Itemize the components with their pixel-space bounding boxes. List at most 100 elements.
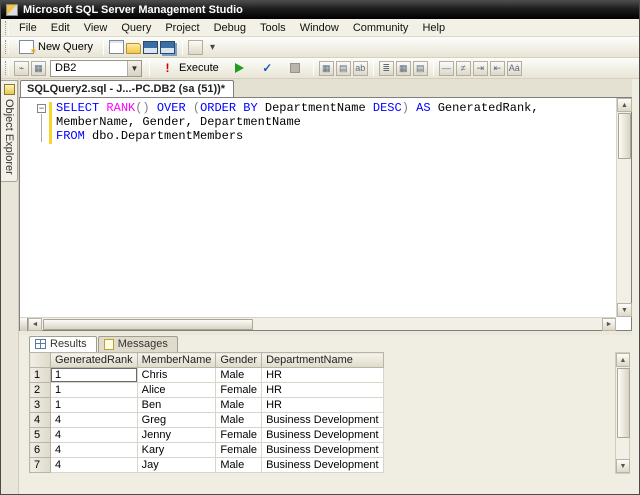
column-header-generatedrank[interactable]: GeneratedRank [50,352,138,368]
grid-cell[interactable]: Male [215,397,263,413]
grid-cell[interactable]: Alice [136,382,217,398]
menu-debug[interactable]: Debug [207,20,253,36]
row-header[interactable]: 5 [29,427,51,443]
grid-cell[interactable]: Jay [136,457,217,473]
splitter-box[interactable] [20,317,28,331]
available-databases-icon[interactable]: ▦ [31,60,46,76]
tab-messages[interactable]: Messages [97,336,178,352]
grid-cell[interactable]: 4 [50,412,138,428]
combo-dropdown-icon[interactable]: ▼ [127,60,141,76]
grid-corner-cell[interactable] [29,352,51,368]
grid-cell[interactable]: 4 [50,442,138,458]
document-tab-sqlquery2[interactable]: SQLQuery2.sql - J...-PC.DB2 (sa (51))* [20,80,235,97]
column-header-departmentname[interactable]: DepartmentName [261,352,384,368]
source-control-icon[interactable] [188,39,204,55]
code-line[interactable]: SELECT RANK() OVER (ORDER BY DepartmentN… [56,101,616,115]
scroll-up-icon[interactable]: ▲ [616,353,630,367]
grid-cell[interactable]: Business Development [261,442,384,458]
display-estimated-plan-icon[interactable]: ▦ [318,60,334,76]
debug-button[interactable] [226,61,253,75]
new-document-icon[interactable] [109,40,125,54]
code-fold-toggle[interactable]: − [37,104,46,113]
indent-icon[interactable]: ⇥ [472,60,488,76]
column-header-membername[interactable]: MemberName [136,352,217,368]
menubar-grip[interactable] [5,20,9,35]
results-vertical-scrollbar[interactable]: ▲ ▼ [615,352,630,474]
grid-cell[interactable]: 1 [50,397,138,413]
parse-button[interactable]: ✓ [255,59,280,78]
scroll-down-icon[interactable]: ▼ [616,459,630,473]
grid-cell[interactable]: Chris [136,367,217,383]
grid-cell[interactable]: Male [215,412,263,428]
row-header[interactable]: 2 [29,382,51,398]
open-file-icon[interactable] [126,43,142,54]
code-surface[interactable]: − SELECT RANK() OVER (ORDER BY Departmen… [20,98,616,317]
row-header[interactable]: 7 [29,457,51,473]
menu-query[interactable]: Query [114,20,158,36]
menu-tools[interactable]: Tools [253,20,293,36]
results-to-file-icon[interactable]: ▤ [412,60,428,76]
scroll-left-icon[interactable]: ◄ [28,317,42,331]
grid-cell[interactable]: Ben [136,397,217,413]
uncomment-icon[interactable]: ≠ [455,60,471,76]
editor-vertical-scrollbar[interactable]: ▲ ▼ [616,98,632,317]
grid-cell[interactable]: Greg [136,412,217,428]
outdent-icon[interactable]: ⇤ [489,60,505,76]
scrollbar-thumb[interactable] [618,113,631,159]
results-to-grid-icon[interactable]: ▦ [395,60,411,76]
grid-cell[interactable]: Business Development [261,457,384,473]
new-query-button[interactable]: New Query [14,38,98,57]
query-options-icon[interactable]: ▤ [335,60,351,76]
column-header-gender[interactable]: Gender [215,352,263,368]
menu-help[interactable]: Help [415,20,452,36]
toolbar-grip[interactable] [5,40,9,54]
sql-editor[interactable]: − SELECT RANK() OVER (ORDER BY Departmen… [19,97,632,331]
grid-cell[interactable]: 1 [50,367,138,383]
grid-cell[interactable]: Male [215,457,263,473]
menu-edit[interactable]: Edit [44,20,77,36]
scroll-up-icon[interactable]: ▲ [617,98,632,112]
intellisense-enabled-icon[interactable]: ab [352,60,368,76]
save-icon[interactable] [143,40,159,54]
results-to-text-icon[interactable]: ≣ [378,60,394,76]
menu-window[interactable]: Window [293,20,346,36]
tab-results[interactable]: Results [29,336,97,353]
grid-cell[interactable]: HR [261,367,384,383]
editor-horizontal-scrollbar[interactable]: ◄ ► [20,317,616,331]
object-explorer-tab[interactable]: Object Explorer [1,80,18,182]
menu-file[interactable]: File [12,20,44,36]
row-header[interactable]: 1 [29,367,51,383]
scroll-right-icon[interactable]: ► [602,317,616,331]
grid-cell[interactable]: Male [215,367,263,383]
grid-cell[interactable]: Female [215,442,263,458]
grid-cell[interactable]: 4 [50,427,138,443]
code-line[interactable]: MemberName, Gender, DepartmentName [56,115,616,129]
scroll-down-icon[interactable]: ▼ [617,303,632,317]
cancel-query-button[interactable] [282,61,308,75]
grid-cell[interactable]: Business Development [261,412,384,428]
scrollbar-thumb[interactable] [43,318,253,330]
code-line[interactable]: FROM dbo.DepartmentMembers [56,129,616,143]
grid-cell[interactable]: HR [261,382,384,398]
template-parameters-icon[interactable]: Aȧ [506,60,522,76]
execute-button[interactable]: ! Execute [155,59,224,78]
menu-view[interactable]: View [77,20,115,36]
grid-cell[interactable]: HR [261,397,384,413]
grid-cell[interactable]: Female [215,427,263,443]
row-header[interactable]: 6 [29,442,51,458]
available-databases-combo[interactable]: DB2 ▼ [50,59,142,77]
grid-cell[interactable]: Female [215,382,263,398]
save-all-icon[interactable] [160,40,176,54]
toolbar-options-dropdown-icon[interactable]: ▾ [205,40,220,55]
comment-icon[interactable]: — [438,60,454,76]
grid-cell[interactable]: Jenny [136,427,217,443]
scrollbar-thumb[interactable] [617,368,630,438]
grid-cell[interactable]: 4 [50,457,138,473]
toolbar-grip[interactable] [5,61,9,75]
grid-cell[interactable]: Business Development [261,427,384,443]
menu-community[interactable]: Community [346,20,416,36]
menu-project[interactable]: Project [158,20,206,36]
change-connection-icon[interactable]: ⌁ [14,60,29,76]
grid-cell[interactable]: 1 [50,382,138,398]
row-header[interactable]: 3 [29,397,51,413]
